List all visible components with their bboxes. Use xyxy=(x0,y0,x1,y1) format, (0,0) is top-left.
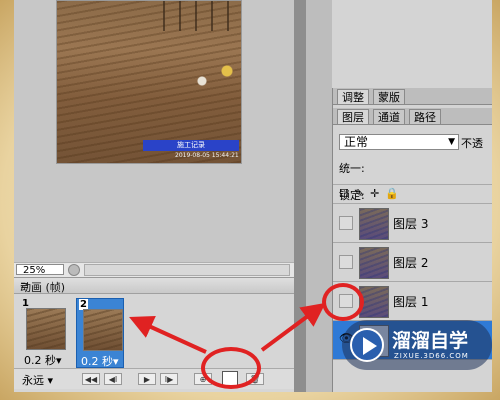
first-frame-button[interactable]: ◀◀ xyxy=(82,373,100,385)
visibility-toggle[interactable] xyxy=(339,255,353,269)
animation-panel-header: 动画 (帧) ≡ xyxy=(14,278,294,294)
zoom-level-field[interactable]: 25% xyxy=(16,264,64,276)
unify-label: 统一: xyxy=(339,162,365,175)
tab-layers[interactable]: 图层 xyxy=(337,109,369,124)
panel-gutter xyxy=(306,0,332,392)
previous-frame-button[interactable]: ◀I xyxy=(104,373,122,385)
layer-row-2[interactable]: 图层 2 xyxy=(333,243,492,282)
blend-mode-select[interactable]: 正常 ▼ xyxy=(339,134,459,150)
highlight-circle-duplicate xyxy=(201,347,261,389)
layer-name: 图层 3 xyxy=(393,217,429,231)
tab-paths[interactable]: 路径 xyxy=(409,109,441,124)
chevron-down-icon: ▼ xyxy=(448,137,455,147)
layer-thumbnail xyxy=(359,208,389,240)
layer-name: 图层 1 xyxy=(393,295,429,309)
photo-timestamp: 2019-08-05 15:44:21 xyxy=(175,152,239,159)
opacity-label: 不透 xyxy=(461,137,483,150)
highlight-circle-visibility xyxy=(322,283,364,321)
construction-photo: 施工记录 2019-08-05 15:44:21 xyxy=(56,0,242,164)
tab-masks[interactable]: 蒙版 xyxy=(373,89,405,104)
status-scrollbar[interactable] xyxy=(84,264,290,276)
watermark-title: 溜溜自学 xyxy=(392,330,469,352)
animation-frame-2[interactable]: 2 0.2 秒▾ xyxy=(76,298,124,368)
layer-row-3[interactable]: 图层 3 xyxy=(333,204,492,243)
layer-tab-row: 图层 通道 路径 xyxy=(333,108,492,125)
watermark-url: ZIXUE.3D66.COM xyxy=(394,352,469,360)
animation-frame-1[interactable]: 1 0.2 秒▾ xyxy=(20,298,68,368)
photo-stamp-title: 施工记录 xyxy=(143,140,239,151)
zoom-options-icon[interactable] xyxy=(68,264,80,276)
top-tab-row: 调整 蒙版 xyxy=(333,88,492,105)
panel-menu-icon[interactable]: ≡ xyxy=(20,279,290,292)
lock-icons[interactable]: ☐✎✛🔒 xyxy=(339,187,405,200)
status-bar: 25% xyxy=(14,262,294,277)
next-frame-button[interactable]: I▶ xyxy=(160,373,178,385)
frame-thumbnail xyxy=(83,309,123,351)
frame-delay[interactable]: 0.2 秒▾ xyxy=(81,353,119,369)
document-canvas[interactable]: 施工记录 2019-08-05 15:44:21 xyxy=(14,0,294,262)
layer-name: 图层 2 xyxy=(393,256,429,270)
frame-thumbnail xyxy=(26,308,66,350)
loop-select[interactable]: 永远 ▾ xyxy=(22,372,53,388)
play-logo-icon xyxy=(350,328,384,362)
loop-value: 永远 xyxy=(22,374,44,387)
photo-scaffolding xyxy=(149,1,239,31)
frame-delay[interactable]: 0.2 秒▾ xyxy=(24,352,62,368)
tab-adjustments[interactable]: 调整 xyxy=(337,89,369,104)
blend-mode-value: 正常 xyxy=(344,135,369,149)
tab-channels[interactable]: 通道 xyxy=(373,109,405,124)
lock-row: 锁定: ☐✎✛🔒 xyxy=(333,184,492,204)
visibility-toggle[interactable] xyxy=(339,216,353,230)
layer-thumbnail xyxy=(359,247,389,279)
watermark: 溜溜自学 ZIXUE.3D66.COM xyxy=(342,320,492,370)
play-button[interactable]: ▶ xyxy=(138,373,156,385)
